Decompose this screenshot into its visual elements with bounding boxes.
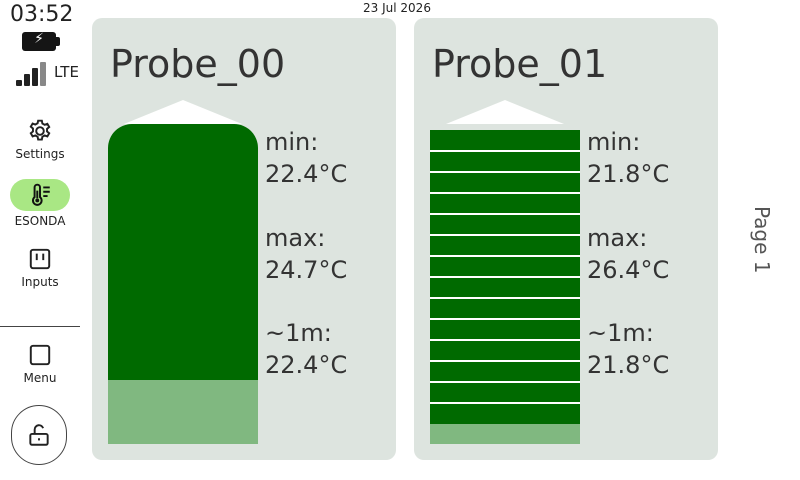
avg-label: ~1m: bbox=[265, 319, 332, 347]
probe-name: Probe_00 bbox=[110, 42, 286, 86]
probe-level-gauge bbox=[108, 100, 258, 444]
thermometer-icon bbox=[32, 183, 50, 206]
nav-settings[interactable]: Settings bbox=[0, 118, 80, 161]
gauge-base-fill bbox=[108, 380, 258, 444]
gauge-segment-separator bbox=[430, 360, 580, 362]
nav-inputs[interactable]: Inputs bbox=[0, 246, 80, 289]
probe-card-00[interactable]: Probe_00 min: 22.4°C max: 24.7°C ~1m: 22… bbox=[92, 18, 396, 460]
nav-settings-label: Settings bbox=[15, 147, 65, 161]
gauge-segment-separator bbox=[430, 171, 580, 173]
max-value: 26.4°C bbox=[587, 256, 670, 284]
probe-stats-avg: ~1m: 21.8°C bbox=[587, 317, 669, 381]
probe-stats: min: 22.4°C bbox=[265, 126, 347, 190]
lock-button[interactable] bbox=[11, 405, 67, 465]
gauge-segment-separator bbox=[430, 234, 580, 236]
min-label: min: bbox=[265, 128, 319, 156]
nav-esonda-active-pill bbox=[10, 179, 70, 211]
min-value: 21.8°C bbox=[587, 160, 670, 188]
gauge-segments bbox=[430, 130, 580, 424]
inputs-icon bbox=[29, 248, 51, 270]
gauge-segment-separator bbox=[430, 192, 580, 194]
avg-value: 22.4°C bbox=[265, 351, 348, 379]
battery-charging-icon: ⚡ bbox=[22, 31, 60, 51]
gauge-segment-separator bbox=[430, 381, 580, 383]
gauge-cap bbox=[446, 100, 564, 124]
avg-value: 21.8°C bbox=[587, 351, 670, 379]
probe-name: Probe_01 bbox=[432, 42, 608, 86]
gauge-segment-separator bbox=[430, 213, 580, 215]
nav-menu[interactable]: Menu bbox=[0, 342, 80, 385]
gauge-cap bbox=[124, 100, 242, 124]
nav-menu-label: Menu bbox=[23, 371, 57, 385]
gauge-segment-separator bbox=[430, 402, 580, 404]
gauge-segment-separator bbox=[430, 255, 580, 257]
max-label: max: bbox=[265, 224, 326, 252]
max-label: max: bbox=[587, 224, 648, 252]
min-label: min: bbox=[587, 128, 641, 156]
nav-esonda[interactable]: ESONDA bbox=[0, 179, 80, 228]
signal-strength-icon bbox=[16, 62, 46, 86]
date-label: 23 Jul 2026 bbox=[363, 1, 431, 15]
menu-square-icon bbox=[29, 344, 51, 366]
gauge-base-fill bbox=[430, 424, 580, 444]
sidebar: 03:52 ⚡ LTE Settings ESONDA Inputs Menu bbox=[0, 0, 80, 480]
gauge-segment-separator bbox=[430, 339, 580, 341]
gauge-level-fill bbox=[108, 124, 258, 380]
nav-esonda-label: ESONDA bbox=[14, 214, 66, 228]
gear-icon bbox=[29, 119, 51, 141]
nav-inputs-label: Inputs bbox=[21, 275, 59, 289]
gauge-segment-separator bbox=[430, 297, 580, 299]
probe-stats-max: max: 24.7°C bbox=[265, 222, 347, 286]
avg-label: ~1m: bbox=[587, 319, 654, 347]
max-value: 24.7°C bbox=[265, 256, 348, 284]
probe-stats-avg: ~1m: 22.4°C bbox=[265, 317, 347, 381]
probe-level-gauge bbox=[430, 100, 580, 444]
network-type: LTE bbox=[54, 63, 79, 81]
gauge-segment-separator bbox=[430, 318, 580, 320]
unlock-icon bbox=[29, 424, 49, 446]
sidebar-divider bbox=[0, 326, 80, 327]
page-indicator: Page 1 bbox=[750, 206, 774, 274]
min-value: 22.4°C bbox=[265, 160, 348, 188]
probe-stats-max: max: 26.4°C bbox=[587, 222, 669, 286]
gauge-segment-separator bbox=[430, 276, 580, 278]
probe-card-01[interactable]: Probe_01 min: 21.8°C max: 26.4°C ~1m: 21… bbox=[414, 18, 718, 460]
probe-stats: min: 21.8°C bbox=[587, 126, 669, 190]
gauge-segment-separator bbox=[430, 150, 580, 152]
